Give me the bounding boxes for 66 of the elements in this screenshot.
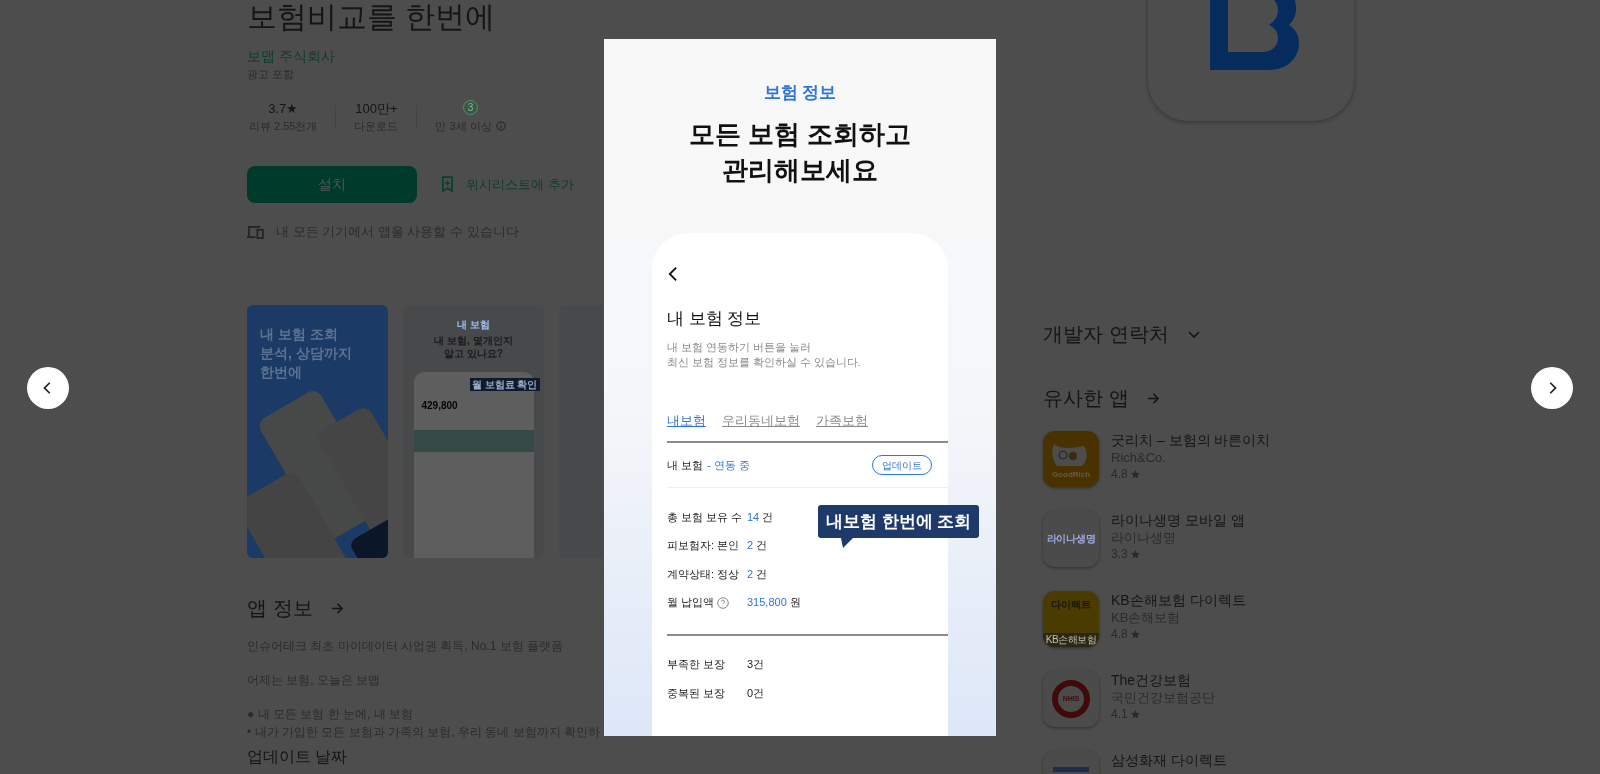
section-heading[interactable]: 앱 정보 [247,596,313,620]
row-value: 3건 [747,657,765,673]
thumbnail-amount: 429,800 [421,400,458,412]
row-unit: 건 [762,509,774,525]
row-label: 월 납입액 [667,595,715,611]
arrow-right-icon[interactable] [1146,391,1160,405]
row-label: 중복된 보장 [667,686,727,702]
promo-heading: 내 보험 조회 분석, 상담까지 한번에 [260,325,353,382]
stat-value: 100만+ [355,100,398,118]
row-value: 2 [747,566,754,582]
tab[interactable]: 우리동네보험 [722,413,800,429]
developer-link[interactable]: 보맵 주식회사 [247,46,335,66]
thumbnail-badge: 월 보험료 확인 [469,378,540,391]
row-value: 315,800 [747,595,787,611]
row-label: 총 보험 보유 수 [667,509,743,525]
row-value: 2 [747,538,754,554]
screen-title: 내 보험 정보 [667,308,762,330]
row-label: 부족한 보장 [667,657,727,673]
icon-text: 라이나생명 [1046,533,1096,545]
row-unit: 건 [756,566,768,582]
app-name[interactable]: KB손해보험 다이렉트 [1111,591,1246,609]
devices-icon [247,225,264,239]
row-label: 계약상태: 정상 [667,566,740,582]
help-icon[interactable] [717,596,730,609]
icon-stripe [1053,766,1089,772]
screen-description: 내 보험 연동하기 버튼을 눌러 최신 보험 정보를 확인하실 수 있습니다. [667,340,861,370]
callout-tail [841,538,853,548]
bookmark-add-icon [441,176,454,193]
star-icon [1130,550,1140,559]
row-value: 14 [747,509,760,525]
section-heading[interactable]: 개발자 연락처 [1043,321,1169,347]
eyebrow-text: 보험 정보 [763,83,837,103]
screenshot-thumbnail[interactable] [559,305,603,558]
star-icon [1130,470,1140,479]
status-label: 내 보험 [667,457,704,473]
status-value: - 연동 중 [707,457,750,473]
star-icon [1130,710,1140,719]
callout-bubble: 내보험 한번에 조회 [818,505,980,538]
icon-text: KB손해보험 [1043,633,1099,647]
app-icon[interactable]: 라이나생명 [1043,511,1099,567]
row-label: 피보험자: 본인 [667,538,740,554]
row-unit: 건 [756,538,768,554]
wishlist-button[interactable]: 위시리스트에 추가 [441,174,574,195]
tab[interactable]: 가족보험 [816,413,868,429]
previous-button[interactable] [27,367,69,409]
app-name[interactable]: 삼성화재 다이렉트 [1111,751,1227,769]
app-title: 보험비교를 한번에 [247,0,496,34]
headline-text: 모든 보험 조회하고 관리해보세요 [688,118,912,187]
tab[interactable]: 내보험 [667,413,706,429]
info-icon[interactable] [495,121,506,131]
app-name[interactable]: The건강보험 [1111,671,1215,689]
app-name[interactable]: 굿리치 – 보험의 바른이치 [1111,431,1271,449]
stat-value: 3.7★ [268,100,299,118]
next-button[interactable] [1531,367,1573,409]
row-value: 0건 [747,686,765,702]
row-unit: 원 [789,595,801,611]
star-icon [1130,630,1140,639]
thumbnail-caption: 내 보험 [457,319,490,331]
screenshot-thumbnail[interactable]: 내 보험 조회 분석, 상담까지 한번에 [247,305,388,558]
app-icon[interactable]: GoodRich [1043,431,1099,487]
install-button[interactable]: 설치 [247,166,417,203]
arrow-right-icon[interactable] [330,601,344,615]
section-heading: 업데이트 날짜 [247,747,348,767]
icon-text: GoodRich [1051,470,1091,480]
back-icon[interactable] [667,265,678,283]
section-heading[interactable]: 유사한 앱 [1043,385,1129,411]
